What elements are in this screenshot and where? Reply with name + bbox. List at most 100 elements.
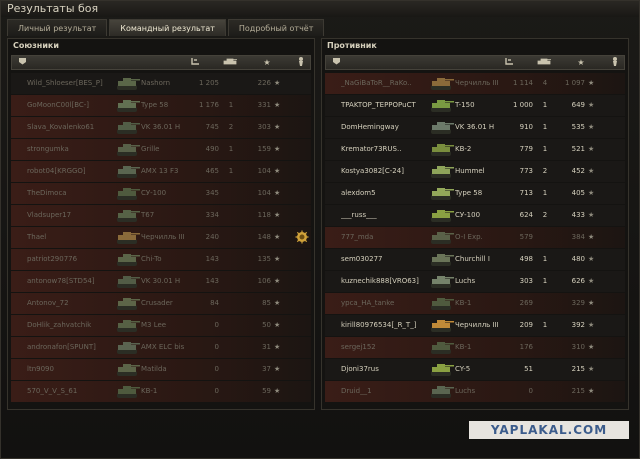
player-row[interactable]: sem030277 Churchill I 498 1 480 ★ [325, 249, 625, 270]
tank-icon [115, 361, 141, 378]
tank-icon [429, 75, 455, 92]
player-name[interactable]: Thael [27, 227, 127, 248]
player-row[interactable]: patriot290776 Chi-To 143 135 ★ [11, 249, 311, 270]
player-name[interactable]: Druid__1 [341, 381, 441, 402]
player-name[interactable]: Antonov_72 [27, 293, 127, 314]
player-row[interactable]: 777_mda O-I Exp. 579 384 ★ [325, 227, 625, 248]
kills-value: 1 [542, 255, 548, 263]
player-name[interactable]: DomHemingway [341, 117, 441, 138]
experience-value: 31 [262, 343, 271, 351]
medal-column-icon[interactable] [294, 56, 308, 69]
experience-value: 433 [571, 211, 585, 219]
player-row[interactable]: robot04[KRGGO] AMX 13 F3 465 1 104 ★ [11, 161, 311, 182]
experience-star-icon: ★ [274, 145, 281, 153]
experience-column-icon[interactable]: ★ [260, 56, 274, 69]
experience-column-icon[interactable]: ★ [574, 56, 588, 69]
player-row[interactable]: TheDimoca СУ-100 345 104 ★ [11, 183, 311, 204]
player-name[interactable]: kirill80976534[_R_T_] [341, 315, 441, 336]
player-row[interactable]: kuznechik888[VRO63] Luchs 303 1 626 ★ [325, 271, 625, 292]
damage-value: 0 [528, 387, 533, 395]
medal-icon[interactable] [295, 230, 309, 244]
damage-value: 1 114 [512, 79, 533, 87]
player-row[interactable]: alexdom5 Type 58 713 1 405 ★ [325, 183, 625, 204]
platoon-icon[interactable] [330, 56, 342, 69]
experience-value: 148 [257, 233, 271, 241]
player-name[interactable]: alexdom5 [341, 183, 441, 204]
enemies-column-header: ★ [325, 55, 625, 70]
player-row[interactable]: Druid__1 Luchs 0 215 ★ [325, 381, 625, 402]
experience-star-icon: ★ [274, 321, 281, 329]
player-name[interactable]: 570_V_V_S_61 [27, 381, 127, 402]
player-name[interactable]: robot04[KRGGO] [27, 161, 127, 182]
player-row[interactable]: Wild_Shloeser[BES_P] Nashorn 1 205 226 ★ [11, 73, 311, 94]
player-name[interactable]: Slava_Kovalenko61 [27, 117, 127, 138]
player-row[interactable]: 570_V_V_S_61 KB-1 0 59 ★ [11, 381, 311, 402]
player-row[interactable]: Vladsuper17 T67 334 118 ★ [11, 205, 311, 226]
player-name[interactable]: _NaGiBaToR__RaKo.. [341, 73, 441, 94]
tab-personal-result[interactable]: Личный результат [7, 19, 108, 36]
player-name[interactable]: sergej152 [341, 337, 441, 358]
player-row[interactable]: kirill80976534[_R_T_] Черчилль III 209 1 392… [325, 315, 625, 336]
player-row[interactable]: ___russ___ СУ-100 624 2 433 ★ [325, 205, 625, 226]
tank-icon [429, 251, 455, 268]
player-name[interactable]: Kostya3082[C-24] [341, 161, 441, 182]
medal-column-icon[interactable] [608, 56, 622, 69]
player-row[interactable]: strongumka Grille 490 1 159 ★ [11, 139, 311, 160]
player-row[interactable]: andronafon[SPUNT] AMX ELC bis 0 31 ★ [11, 337, 311, 358]
player-name[interactable]: GoMoonC00l[BC-] [27, 95, 127, 116]
experience-star-icon: ★ [588, 387, 595, 395]
player-row[interactable]: DomHemingway VK 36.01 H 910 1 535 ★ [325, 117, 625, 138]
player-row[interactable]: sergej152 KB-1 176 310 ★ [325, 337, 625, 358]
tank-kills-column-icon[interactable] [220, 56, 240, 69]
damage-value: 143 [205, 277, 219, 285]
player-name[interactable]: ypca_HA_tanke [341, 293, 441, 314]
player-row[interactable]: _NaGiBaToR__RaKo.. Черчилль III 1 114 4 1 09… [325, 73, 625, 94]
player-name[interactable]: ___russ___ [341, 205, 441, 226]
player-name[interactable]: andronafon[SPUNT] [27, 337, 127, 358]
tank-icon [429, 295, 455, 312]
platoon-icon[interactable] [16, 56, 28, 69]
player-row[interactable]: Antonov_72 Crusader 84 85 ★ [11, 293, 311, 314]
player-name[interactable]: strongumka [27, 139, 127, 160]
player-name[interactable]: antonow78[STD54] [27, 271, 127, 292]
player-row[interactable]: Slava_Kovalenko61 VK 36.01 H 745 2 303 ★ [11, 117, 311, 138]
tab-detailed-report[interactable]: Подробный отчёт [227, 19, 325, 36]
player-row[interactable]: GoMoonC00l[BC-] Type 58 1 176 1 331 ★ [11, 95, 311, 116]
experience-star-icon: ★ [274, 167, 281, 175]
damage-value: 51 [524, 365, 533, 373]
player-name[interactable]: patriot290776 [27, 249, 127, 270]
damage-value: 713 [519, 189, 533, 197]
tank-kills-column-icon[interactable] [534, 56, 554, 69]
experience-value: 215 [571, 365, 585, 373]
experience-value: 626 [571, 277, 585, 285]
player-name[interactable]: 777_mda [341, 227, 441, 248]
player-row[interactable]: Kostya3082[C-24] Hummel 773 2 452 ★ [325, 161, 625, 182]
player-row[interactable]: antonow78[STD54] VK 30.01 H 143 106 ★ [11, 271, 311, 292]
damage-column-icon[interactable] [502, 56, 516, 69]
player-row[interactable]: ypca_HA_tanke KB-1 269 329 ★ [325, 293, 625, 314]
experience-star-icon: ★ [588, 255, 595, 263]
player-name[interactable]: TheDimoca [27, 183, 127, 204]
player-name[interactable]: Vladsuper17 [27, 205, 127, 226]
tab-team-result[interactable]: Командный результат [109, 19, 226, 36]
player-row[interactable]: ltn9090 Matilda 0 37 ★ [11, 359, 311, 380]
tank-icon [429, 141, 455, 158]
damage-column-icon[interactable] [188, 56, 202, 69]
player-name[interactable]: Kremator73RUS.. [341, 139, 441, 160]
player-name[interactable]: Djoni37rus [341, 359, 441, 380]
player-row[interactable]: TPAKTOP_TEPPOPuCT T-150 1 000 1 649 ★ [325, 95, 625, 116]
experience-star-icon: ★ [274, 255, 281, 263]
player-name[interactable]: Wild_Shloeser[BES_P] [27, 73, 127, 94]
player-row[interactable]: Kremator73RUS.. KB-2 779 1 521 ★ [325, 139, 625, 160]
player-row[interactable]: Djoni37rus CY-5 51 215 ★ [325, 359, 625, 380]
player-name[interactable]: sem030277 [341, 249, 441, 270]
tank-icon [115, 383, 141, 400]
player-name[interactable]: kuznechik888[VRO63] [341, 271, 441, 292]
tank-icon [429, 119, 455, 136]
damage-value: 176 [519, 343, 533, 351]
player-name[interactable]: TPAKTOP_TEPPOPuCT [341, 95, 441, 116]
player-name[interactable]: DoHlik_zahvatchik [27, 315, 127, 336]
player-row[interactable]: DoHlik_zahvatchik M3 Lee 0 50 ★ [11, 315, 311, 336]
player-name[interactable]: ltn9090 [27, 359, 127, 380]
player-row[interactable]: Thael Черчилль III 240 148 ★ [11, 227, 311, 248]
